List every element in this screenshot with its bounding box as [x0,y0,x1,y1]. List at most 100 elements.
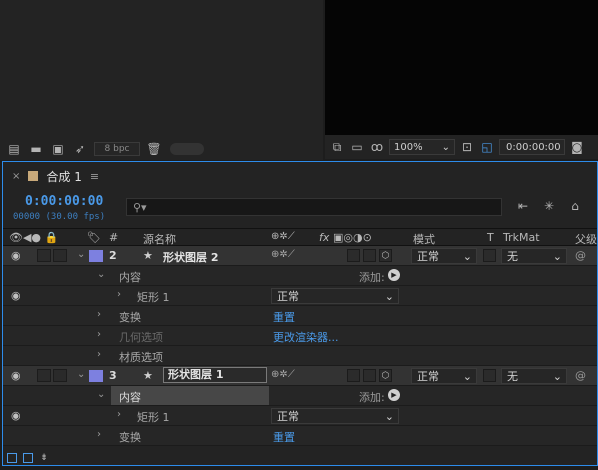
header-trkmat[interactable]: TrkMat [503,231,540,244]
label-icon[interactable]: 🏷 [87,231,101,244]
motion-blur-icon[interactable]: ⌂ [567,198,583,214]
preserve-transparency-switch[interactable] [483,249,496,262]
header-parent[interactable]: 父级 [575,231,597,247]
mode-select[interactable]: 正常 ⌄ [411,248,477,264]
motion-blur-switch[interactable] [347,249,360,262]
twirl-closed-icon[interactable]: › [117,289,121,300]
layer-switches-icon: ⊕✲⟋ [271,231,295,242]
header-mode[interactable]: 模式 [413,231,435,247]
av-switches-icon[interactable]: 👁◀● 🔒 [9,231,58,244]
shy-collapse-icons[interactable]: ⊕✲⟋ [271,369,295,380]
layer-switches-toggle-icon[interactable] [7,452,17,463]
visibility-eye-icon[interactable]: ◉ [11,369,21,382]
lock-switch[interactable] [53,249,67,262]
shy-collapse-icons[interactable]: ⊕✲⟋ [271,249,295,260]
layer-row-2[interactable]: ◉ ⌄ 2 ★ 形状图层 2 ⊕✲⟋ ⬡ 正常 ⌄ 无 ⌄ @ [3,246,597,266]
tab-composition[interactable]: 合成 1 [46,168,81,185]
close-icon[interactable]: × [12,171,20,182]
adjustment-switch[interactable] [363,369,376,382]
twirl-closed-icon[interactable]: › [97,329,101,340]
region-of-interest-icon[interactable]: ⊡ [459,139,475,155]
add-button[interactable]: ▶ [388,389,400,401]
twirl-closed-icon[interactable]: › [97,349,101,360]
pick-whip-icon[interactable]: @ [575,369,586,382]
layer-name-edit[interactable]: 形状图层 1 [163,367,267,383]
monitor-icon[interactable]: ▭ [349,139,365,155]
pick-whip-icon[interactable]: @ [575,249,586,262]
header-hash[interactable]: # [109,231,118,244]
twirl-closed-icon[interactable]: › [97,309,101,320]
interpret-footage-icon[interactable]: ▤ [6,141,22,157]
shape-layer-star-icon: ★ [143,249,153,262]
3d-layer-icon[interactable]: ⬡ [379,249,392,262]
header-source-name[interactable]: 源名称 [143,231,176,247]
layer-row-3[interactable]: ◉ ⌄ 3 ★ 形状图层 1 ⊕✲⟋ ⬡ 正常 ⌄ 无 ⌄ @ [3,366,597,386]
new-composition-icon[interactable]: ▣ [50,141,66,157]
composition-flowchart-icon[interactable]: ⇤ [515,198,531,214]
trkmat-select[interactable]: 无 ⌄ [501,368,567,384]
transparency-grid-icon[interactable]: ◱ [479,139,495,155]
rect-mode-select[interactable]: 正常 ⌄ [271,408,399,424]
rectangle-row[interactable]: ◉ › 矩形 1 正常 ⌄ [3,286,597,306]
panel-menu-icon[interactable]: ≡ [90,170,99,183]
transfer-controls-toggle-icon[interactable] [23,452,33,463]
chevron-down-icon: ⌄ [462,249,472,263]
dependency-icon[interactable]: ➶ [72,141,88,157]
zoom-select[interactable]: 100% ⌄ [389,139,455,155]
change-renderer-link[interactable]: 更改渲染器... [273,329,339,345]
trkmat-select[interactable]: 无 ⌄ [501,248,567,264]
mode-value: 正常 [417,370,439,383]
transform-row[interactable]: › 变换 重置 [3,306,597,326]
bpc-button[interactable]: 8 bpc [94,142,140,156]
reset-link[interactable]: 重置 [273,309,295,325]
add-button[interactable]: ▶ [388,269,400,281]
geometry-options-row[interactable]: › 几何选项 更改渲染器... [3,326,597,346]
camera-icon[interactable]: ◙ [569,139,585,155]
visibility-eye-icon[interactable]: ◉ [11,289,21,302]
rectangle-row[interactable]: ◉ › 矩形 1 正常 ⌄ [3,406,597,426]
composition-viewer[interactable] [325,0,598,135]
twirl-open-icon[interactable]: ⌄ [77,369,85,380]
in-out-toggle-icon[interactable]: ⇟ [39,453,49,463]
3d-layer-icon[interactable]: ⬡ [379,369,392,382]
comp-color-swatch [28,171,39,181]
geometry-options-label: 几何选项 [119,331,163,344]
current-time[interactable]: 0:00:00:00 [25,194,103,209]
visibility-eye-icon[interactable]: ◉ [11,249,21,262]
content-label: 内容 [119,271,141,284]
scroll-pill[interactable] [170,143,204,155]
label-swatch[interactable] [89,250,103,262]
label-swatch[interactable] [89,370,103,382]
material-options-row[interactable]: › 材质选项 [3,346,597,366]
twirl-open-icon[interactable]: ⌄ [77,249,85,260]
mode-select[interactable]: 正常 ⌄ [411,368,477,384]
lock-switch[interactable] [53,369,67,382]
always-preview-icon[interactable]: ⧉ [329,139,345,155]
trash-icon[interactable]: 🗑 [146,141,162,157]
preserve-transparency-switch[interactable] [483,369,496,382]
solo-switch[interactable] [37,369,51,382]
visibility-eye-icon[interactable]: ◉ [11,409,21,422]
search-input[interactable]: ⚲▾ [126,198,502,216]
project-toolbar: ▤ ▬ ▣ ➶ 8 bpc 🗑 [0,138,323,160]
mask-visibility-icon[interactable]: ꝏ [369,139,385,155]
layer-name[interactable]: 形状图层 2 [163,249,218,265]
twirl-closed-icon[interactable]: › [117,409,121,420]
twirl-open-icon[interactable]: ⌄ [97,269,105,280]
header-fx: fx [319,231,330,244]
motion-blur-switch[interactable] [347,369,360,382]
viewer-timecode[interactable]: 0:00:00:00 [499,139,565,155]
twirl-open-icon[interactable]: ⌄ [97,389,105,400]
transform-row[interactable]: › 变换 重置 [3,426,597,446]
folder-icon[interactable]: ▬ [28,141,44,157]
draft-3d-icon[interactable]: ✳ [541,198,557,214]
solo-switch[interactable] [37,249,51,262]
content-row[interactable]: ⌄ 内容 添加: ▶ [3,386,597,406]
adjustment-switch[interactable] [363,249,376,262]
reset-link[interactable]: 重置 [273,429,295,445]
shape-layer-star-icon: ★ [143,369,153,382]
rect-mode-select[interactable]: 正常 ⌄ [271,288,399,304]
transform-label: 变换 [119,311,141,324]
column-header: 👁◀● 🔒 🏷 # 源名称 ⊕✲⟋ fx ▣◎◑⊙ 模式 T TrkMat 父级 [3,228,597,246]
twirl-closed-icon[interactable]: › [97,429,101,440]
